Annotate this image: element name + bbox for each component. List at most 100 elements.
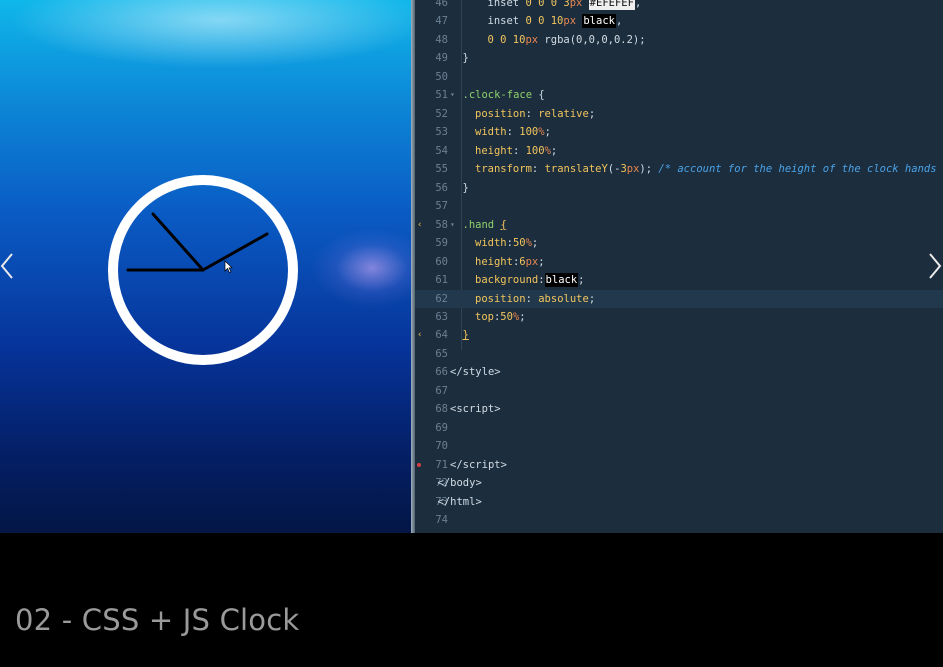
code-line[interactable]: 51 ▾ .clock-face { — [415, 86, 943, 104]
fold-icon[interactable]: ▾ — [450, 216, 458, 234]
code-line[interactable]: 63 top:50%; — [415, 308, 943, 326]
code-token: { — [532, 89, 545, 102]
code-text: </style> — [450, 363, 501, 381]
code-token: : — [525, 107, 539, 120]
code-token: : — [538, 274, 545, 287]
code-token: 100 — [525, 144, 545, 157]
minute-hand — [201, 232, 269, 272]
line-number: 58 — [435, 218, 448, 231]
code-line[interactable]: ‹ 58 ▾ .hand { — [415, 216, 943, 234]
mouse-cursor-icon — [224, 260, 233, 273]
code-text: width: 100%; — [475, 123, 551, 141]
code-line[interactable]: 50 — [415, 68, 943, 86]
fold-icon[interactable]: ▾ — [450, 86, 458, 104]
code-token: script — [456, 403, 495, 416]
code-token: width — [475, 237, 507, 250]
line-number: 71 — [435, 458, 448, 471]
code-line[interactable]: 57 — [415, 197, 943, 215]
code-token: ; — [544, 126, 551, 139]
code-line[interactable]: 73 </html> — [415, 493, 943, 511]
line-number: 52 — [435, 107, 448, 120]
code-token: : — [506, 126, 520, 139]
line-number: 56 — [435, 181, 448, 194]
code-token: position — [475, 107, 526, 120]
line-number: 60 — [435, 255, 448, 268]
line-number: 55 — [435, 163, 448, 176]
code-text: height:6px; — [475, 253, 545, 271]
code-token: html — [450, 495, 476, 508]
code-token: black — [544, 273, 579, 288]
code-token: transform — [475, 163, 532, 176]
code-token: black — [582, 14, 616, 29]
code-line[interactable]: 53 width: 100%; — [415, 123, 943, 141]
code-line[interactable]: 69 — [415, 419, 943, 437]
code-token: position — [475, 292, 526, 305]
code-text: position: absolute; — [475, 290, 595, 308]
next-arrow[interactable] — [928, 252, 942, 280]
code-token: > — [494, 403, 501, 416]
code-line[interactable]: ‹ 64} — [415, 326, 943, 344]
code-line[interactable]: 72 </body> — [415, 474, 943, 492]
line-number: 66 — [435, 366, 448, 379]
code-token: #EFEFEF — [588, 0, 635, 10]
code-token: (- — [607, 163, 621, 176]
code-token: > — [475, 477, 482, 490]
line-number: 62 — [435, 292, 448, 305]
code-line[interactable]: 52 position: relative; — [415, 105, 943, 123]
code-line[interactable]: 48 0 0 10px rgba(0,0,0,0.2); — [415, 31, 943, 49]
code-line[interactable]: 59 width:50%; — [415, 234, 943, 252]
code-line[interactable]: 60 height:6px; — [415, 253, 943, 271]
line-number: 49 — [435, 52, 448, 65]
code-token: 50 — [512, 237, 526, 250]
code-text: } — [463, 179, 469, 197]
code-token: px — [525, 33, 545, 46]
code-line[interactable]: 62 position: absolute; — [415, 289, 943, 308]
code-text: width:50%; — [475, 234, 538, 252]
line-number: 61 — [435, 274, 448, 287]
code-token: ; — [538, 255, 545, 268]
code-token: inset — [487, 0, 526, 9]
code-line[interactable]: 65 — [415, 345, 943, 363]
code-text: inset 0 0 10px black, — [488, 12, 623, 30]
code-line[interactable]: 66 </style> — [415, 363, 943, 381]
video-caption: 02 - CSS + JS Clock — [15, 603, 300, 637]
code-text: </body> — [438, 474, 482, 492]
code-editor[interactable]: 46 inset 0 0 0 3px #EFEFEF, 47 inset 0 0 10… — [415, 0, 943, 533]
clock — [108, 175, 298, 365]
line-number: 51 — [435, 89, 448, 102]
code-token: </ — [437, 477, 451, 490]
code-line[interactable]: 46 inset 0 0 0 3px #EFEFEF, — [415, 0, 943, 12]
code-line[interactable]: 74 — [415, 511, 943, 529]
code-line[interactable]: 49} — [415, 49, 943, 67]
code-token: 0 0 0 — [525, 0, 564, 9]
code-line[interactable]: 68 <script> — [415, 400, 943, 418]
code-line[interactable]: 61 background:black; — [415, 271, 943, 289]
code-line[interactable]: 67 — [415, 382, 943, 400]
code-token: ; — [588, 292, 596, 305]
prev-arrow[interactable] — [0, 252, 14, 280]
line-number: 53 — [435, 126, 448, 139]
code-line[interactable]: 70 — [415, 437, 943, 455]
code-token: background — [475, 274, 539, 287]
code-token: top — [475, 310, 494, 323]
line-number: 67 — [435, 384, 448, 397]
code-line[interactable]: 47 inset 0 0 10px black, — [415, 12, 943, 30]
code-token: , — [615, 15, 623, 28]
code-line[interactable]: 55 transform: translateY(-3px); /* accoun… — [415, 160, 943, 178]
code-text: .hand { — [463, 216, 507, 234]
code-token: ); — [639, 163, 659, 176]
code-text: inset 0 0 0 3px #EFEFEF, — [487, 0, 641, 12]
line-number: 47 — [435, 15, 448, 28]
code-line[interactable]: 54 height: 100%; — [415, 142, 943, 160]
code-text: } — [463, 49, 469, 67]
code-token: } — [462, 329, 469, 342]
code-token: rgba(0,0,0,0.2); — [544, 33, 646, 46]
browser-preview — [0, 0, 411, 533]
code-line[interactable]: 71 </script> — [415, 456, 943, 474]
code-token: height — [475, 144, 513, 157]
code-token: </ — [437, 495, 451, 508]
code-text: height: 100%; — [475, 142, 557, 160]
code-token: body — [450, 477, 476, 490]
code-token: script — [462, 458, 501, 471]
code-line[interactable]: 56} — [415, 179, 943, 197]
